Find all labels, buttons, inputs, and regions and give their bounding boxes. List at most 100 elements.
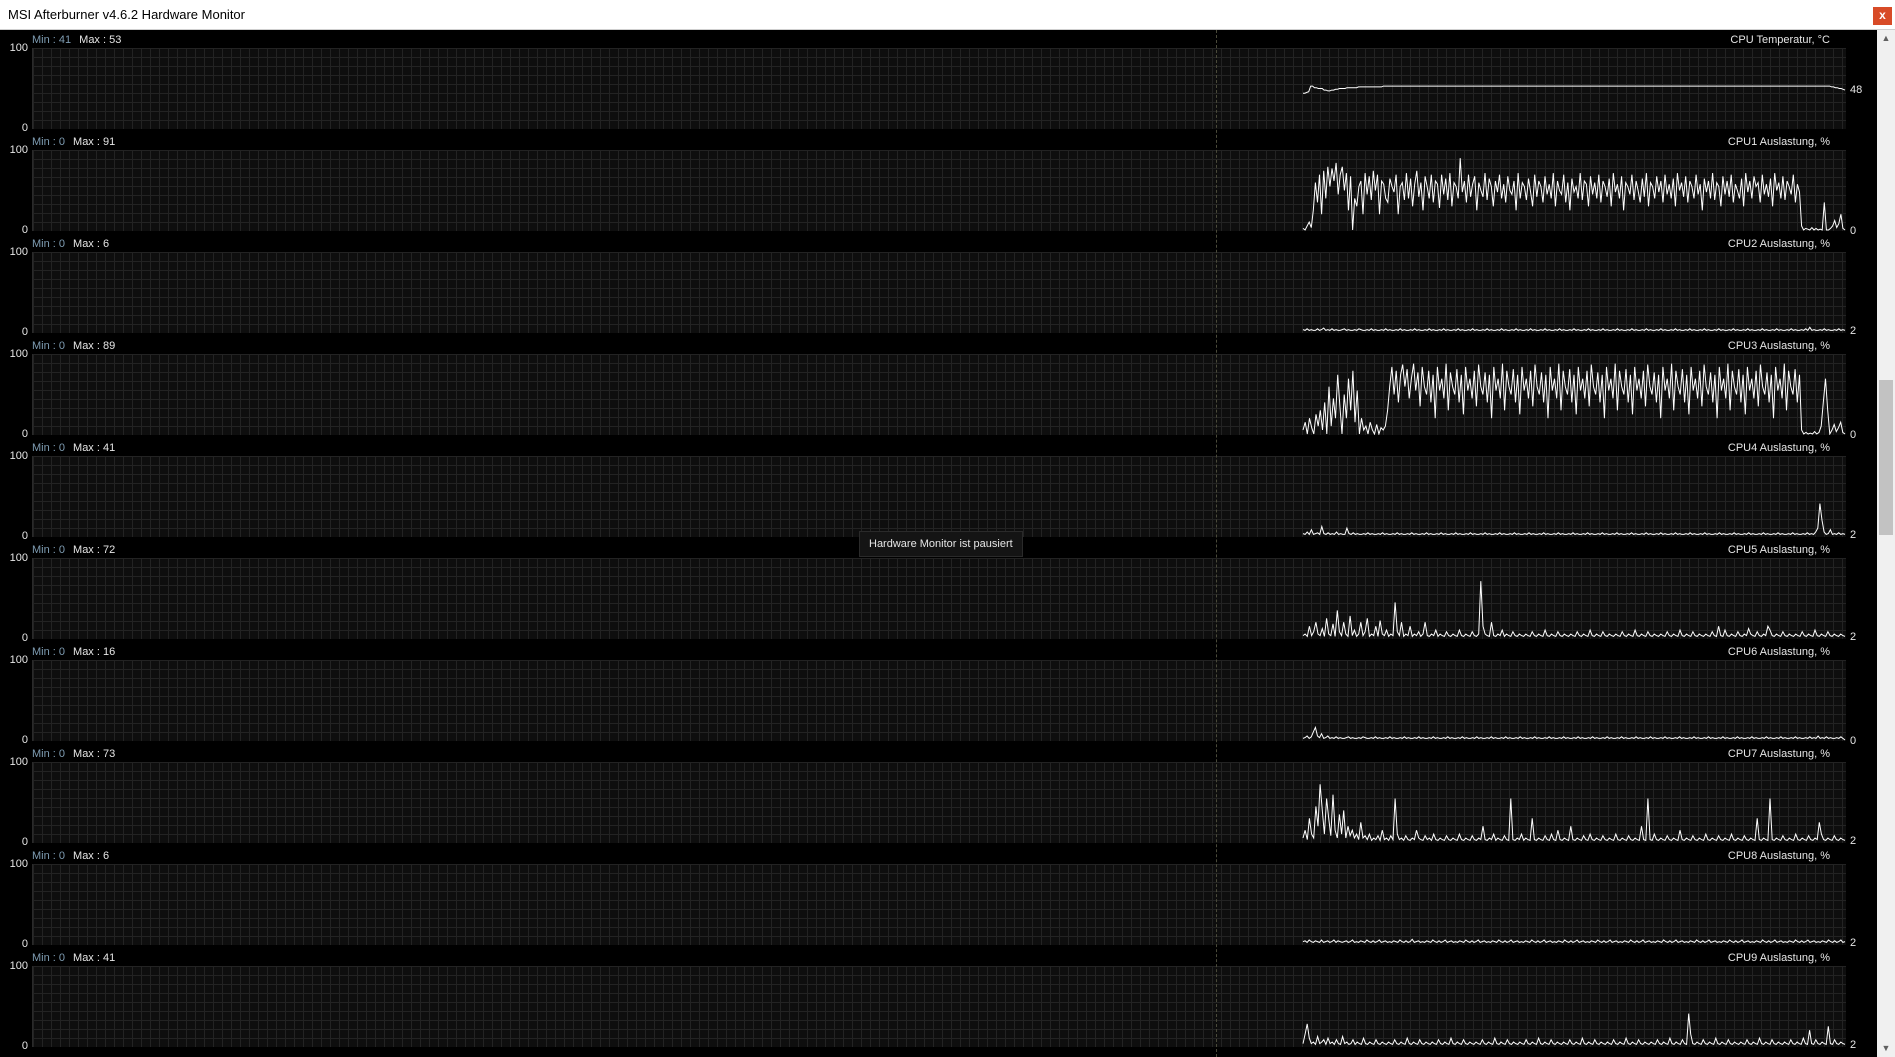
y-axis-max-label: 100 [9,552,28,564]
graph-trace-svg [1303,85,1846,94]
max-value: 16 [103,646,116,658]
max-value: 6 [103,850,110,862]
max-label: Max : [73,850,100,862]
graph-trace [1302,581,1846,638]
graph-minmax: Min : 0 Max : 16 [32,646,115,658]
min-value: 0 [58,136,66,148]
max-value: 89 [103,340,116,352]
graph-minmax: Min : 0 Max : 41 [32,952,115,964]
max-value: 6 [103,238,110,250]
graph-trace [1303,85,1846,94]
max-value: 73 [103,748,116,760]
graph-name: CPU6 Auslastung, % [1727,646,1830,658]
graph-name: CPU4 Auslastung, % [1727,442,1830,454]
y-axis-max-label: 100 [9,960,28,972]
graph-minmax: Min : 0 Max : 89 [32,340,115,352]
y-axis-max-label: 100 [9,348,28,360]
graph-name: CPU7 Auslastung, % [1727,748,1830,760]
min-value: 0 [58,850,66,862]
max-value: 72 [103,544,116,556]
graph-minmax: Min : 0 Max : 41 [32,442,115,454]
scroll-down-icon[interactable]: ▼ [1877,1040,1895,1057]
paused-indicator: Hardware Monitor ist pausiert [859,531,1023,557]
graph-trace-svg [1302,938,1846,944]
max-label: Max : [73,646,100,658]
graph-name: CPU2 Auslastung, % [1727,238,1830,250]
min-label: Min : [32,238,56,250]
hardware-monitor-panel: 100 0 Min : 41 Max : 53 CPU Temperatur, °C 48… [0,30,1877,1057]
close-button[interactable]: x [1873,7,1892,25]
y-axis-max-label: 100 [9,756,28,768]
graph-trace [1302,503,1846,536]
graph-name: CPU Temperatur, °C [1730,34,1830,46]
min-label: Min : [32,442,56,454]
max-label: Max : [73,952,100,964]
min-value: 0 [58,442,66,454]
graph-row: 100 0 Min : 0 Max : 41 CPU4 Auslastung, % 2 [0,438,1877,542]
window-titlebar: MSI Afterburner v4.6.2 Hardware Monitor … [0,0,1895,30]
graph-trace-svg [1302,503,1846,536]
max-label: Max : [73,442,100,454]
y-axis-max-label: 100 [9,246,28,258]
graph-plot-area[interactable] [32,354,1846,435]
max-value: 41 [103,442,116,454]
max-label: Max : [73,544,100,556]
graph-minmax: Min : 0 Max : 91 [32,136,115,148]
graph-plot-area[interactable] [32,558,1846,639]
min-label: Min : [32,646,56,658]
min-label: Min : [32,850,56,862]
graph-row: 100 0 Min : 0 Max : 6 CPU8 Auslastung, % 2 [0,846,1877,950]
scroll-up-icon[interactable]: ▲ [1877,30,1895,47]
min-value: 0 [58,340,66,352]
graph-trace [1302,363,1846,435]
min-value: 41 [58,34,72,46]
max-value: 91 [103,136,116,148]
graph-plot-area[interactable] [32,456,1846,537]
y-axis-max-label: 100 [9,858,28,870]
graph-name: CPU8 Auslastung, % [1727,850,1830,862]
max-label: Max : [73,340,100,352]
graph-minmax: Min : 0 Max : 6 [32,238,109,250]
graph-trace-svg [1302,326,1846,332]
graph-row: 100 0 Min : 41 Max : 53 CPU Temperatur, °C 48 [0,30,1877,134]
graph-plot-area[interactable] [32,660,1846,741]
min-value: 0 [58,544,66,556]
graph-trace [1302,326,1846,332]
min-label: Min : [32,748,56,760]
graph-row: 100 0 Min : 0 Max : 16 CPU6 Auslastung, % 0 [0,642,1877,747]
graph-row: 100 0 Min : 0 Max : 91 CPU1 Auslastung, % 0 [0,132,1877,237]
scrollbar-thumb[interactable] [1879,380,1893,535]
graph-row: 100 0 Min : 0 Max : 6 CPU2 Auslastung, % 2 [0,234,1877,338]
max-label: Max : [73,748,100,760]
max-value: 53 [109,34,122,46]
graph-plot-area[interactable] [32,762,1846,843]
graph-name: CPU9 Auslastung, % [1727,952,1830,964]
y-axis-max-label: 100 [9,144,28,156]
min-label: Min : [32,952,56,964]
graph-minmax: Min : 0 Max : 72 [32,544,115,556]
current-value: 2 [1850,1039,1857,1052]
graph-plot-area[interactable] [32,966,1846,1047]
graph-trace-svg [1302,1013,1846,1046]
y-axis-max-label: 100 [9,654,28,666]
graph-name: CPU3 Auslastung, % [1727,340,1830,352]
graph-trace [1302,158,1846,231]
graph-plot-area[interactable] [32,864,1846,945]
graph-plot-area[interactable] [32,48,1846,129]
max-label: Max : [73,238,100,250]
time-cursor-line [1216,30,1217,1057]
graph-trace-svg [1302,158,1846,231]
min-value: 0 [58,646,66,658]
vertical-scrollbar[interactable]: ▲ ▼ [1877,30,1895,1057]
current-value: 48 [1850,84,1863,97]
graph-plot-area[interactable] [32,252,1846,333]
y-axis-min-label: 0 [21,1040,28,1052]
graph-trace-svg [1302,581,1846,638]
max-label: Max : [73,136,100,148]
graph-trace-svg [1302,725,1846,741]
graph-row: 100 0 Min : 0 Max : 73 CPU7 Auslastung, % 2 [0,744,1877,848]
graph-plot-area[interactable] [32,150,1846,231]
window-title: MSI Afterburner v4.6.2 Hardware Monitor [8,7,245,22]
graph-trace [1302,784,1846,842]
min-label: Min : [32,136,56,148]
